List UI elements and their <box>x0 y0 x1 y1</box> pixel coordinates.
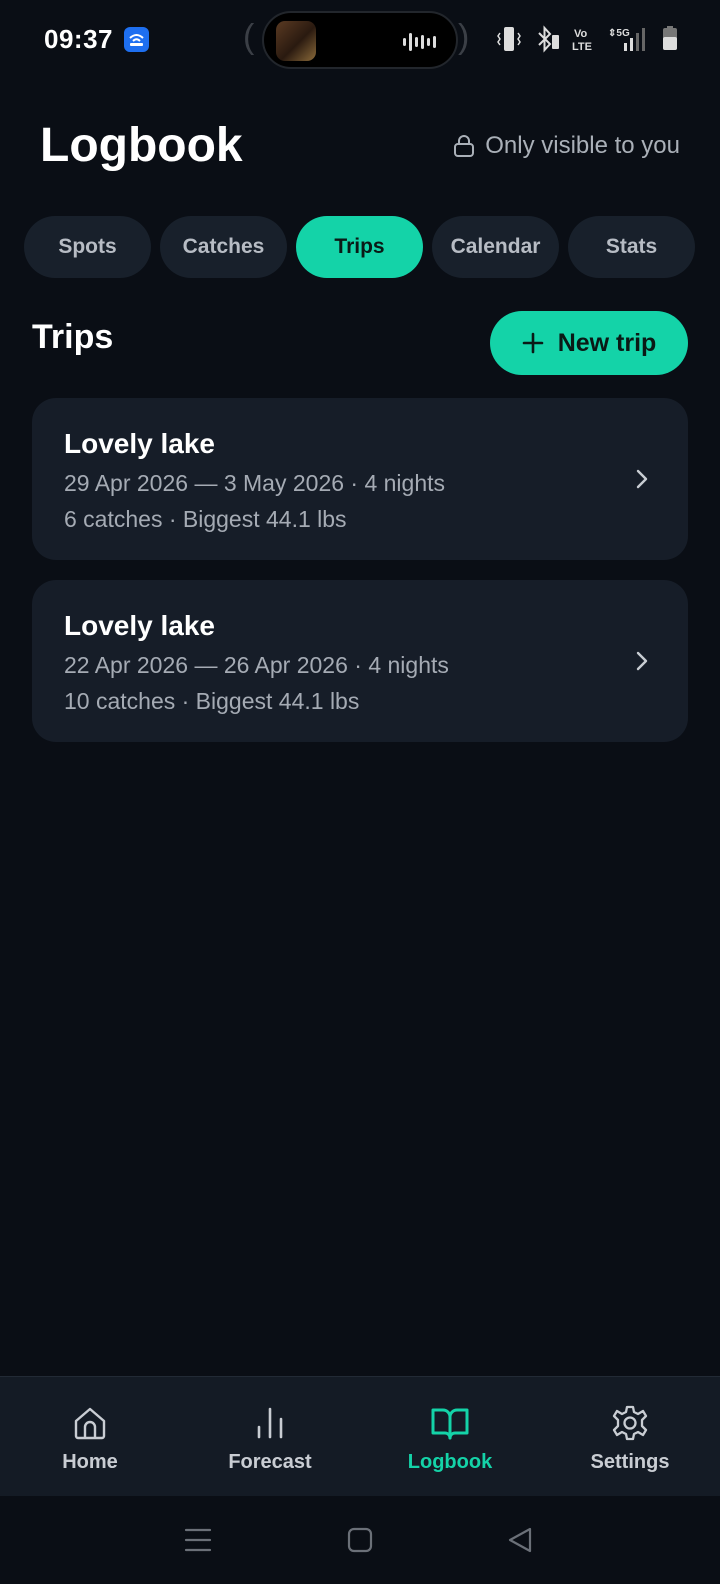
tab-trips[interactable]: Trips <box>296 216 423 278</box>
trip-summary: 10 catches · Biggest 44.1 lbs <box>64 688 360 714</box>
bar-chart-icon <box>257 1407 283 1439</box>
nav-home-label: Home <box>62 1451 118 1473</box>
tab-stats[interactable]: Stats <box>568 216 695 278</box>
chevron-right-icon <box>636 469 648 489</box>
status-icons: Vo LTE ⇕5G <box>496 24 680 54</box>
tab-spots[interactable]: Spots <box>24 216 151 278</box>
signal-5g-icon: ⇕5G <box>608 28 645 51</box>
clock: 09:37 <box>44 24 113 54</box>
trip-name: Lovely lake <box>64 428 215 459</box>
bluetooth-icon <box>538 25 559 53</box>
square-icon <box>347 1527 373 1553</box>
new-trip-button[interactable]: New trip <box>490 311 688 375</box>
privacy-label: Only visible to you <box>485 132 680 159</box>
trip-card[interactable]: Lovely lake 22 Apr 2026 — 26 Apr 2026 · … <box>32 580 688 742</box>
book-open-icon <box>431 1408 469 1440</box>
trip-name: Lovely lake <box>64 610 215 641</box>
nav-home[interactable]: Home <box>0 1377 180 1497</box>
menu-icon <box>184 1528 212 1552</box>
home-system-button[interactable] <box>340 1522 380 1558</box>
nav-settings-label: Settings <box>590 1451 670 1473</box>
trip-card[interactable]: Lovely lake 29 Apr 2026 — 3 May 2026 · 4… <box>32 398 688 560</box>
plus-icon <box>522 332 543 354</box>
privacy-indicator: Only visible to you <box>453 132 680 160</box>
trip-dates: 22 Apr 2026 — 26 Apr 2026 · 4 nights <box>64 652 449 678</box>
audio-wave-icon <box>403 33 436 51</box>
lock-icon <box>454 135 475 157</box>
trip-summary: 6 catches · Biggest 44.1 lbs <box>64 506 347 532</box>
battery-icon <box>663 26 677 50</box>
system-nav-bar <box>0 1496 720 1584</box>
nav-forecast[interactable]: Forecast <box>180 1377 360 1497</box>
nav-logbook[interactable]: Logbook <box>360 1377 540 1497</box>
island-bracket-left: ( <box>243 18 255 56</box>
section-title: Trips <box>32 318 114 356</box>
tab-calendar[interactable]: Calendar <box>432 216 559 278</box>
island-bracket-right: ) <box>458 18 470 56</box>
tab-catches[interactable]: Catches <box>160 216 287 278</box>
home-icon <box>74 1407 106 1440</box>
page-title: Logbook <box>40 119 243 172</box>
status-bar: 09:37 ( ) Vo LTE ⇕5G <box>0 0 720 80</box>
back-triangle-icon <box>508 1527 532 1553</box>
gear-icon <box>612 1405 648 1441</box>
svg-text:Vo: Vo <box>574 28 588 40</box>
vibrate-icon <box>497 27 521 51</box>
new-trip-label: New trip <box>557 328 657 357</box>
nav-settings[interactable]: Settings <box>540 1377 720 1497</box>
logbook-tabs: Spots Catches Trips Calendar Stats <box>24 216 696 278</box>
volte-icon: VoLTE <box>572 28 592 53</box>
album-art-icon <box>276 21 316 61</box>
trip-dates: 29 Apr 2026 — 3 May 2026 · 4 nights <box>64 470 446 496</box>
bottom-nav: Home Forecast Logbook Settings <box>0 1376 720 1496</box>
nav-logbook-label: Logbook <box>407 1451 493 1473</box>
dynamic-island[interactable] <box>262 11 458 69</box>
svg-text:LTE: LTE <box>572 41 592 53</box>
nav-forecast-label: Forecast <box>228 1451 312 1473</box>
back-button[interactable] <box>500 1522 540 1558</box>
wifi-app-icon <box>124 27 149 52</box>
svg-text:⇕5G: ⇕5G <box>608 28 630 39</box>
recents-button[interactable] <box>178 1522 218 1558</box>
chevron-right-icon <box>636 651 648 671</box>
